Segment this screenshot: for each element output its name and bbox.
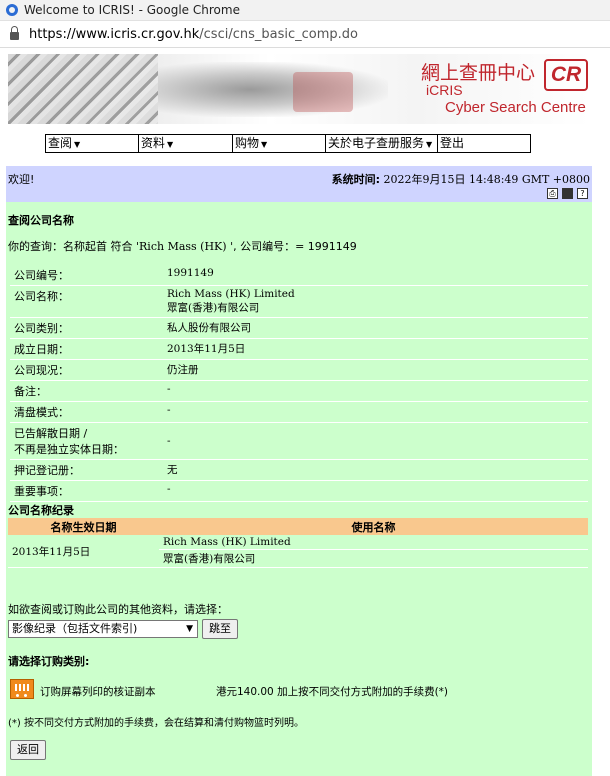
chevron-down-icon: ▼ — [186, 624, 193, 634]
names-table: 名称生效日期 使用名称 2013年11月5日 Rich Mass (HK) Limi… — [8, 518, 588, 568]
site-banner: 網上查冊中心 CR iCRIS Cyber Search Centre — [8, 54, 590, 124]
banner-icris: iCRIS — [426, 82, 463, 98]
dropdown-arrow-icon: ▼ — [74, 140, 81, 149]
welcome-text: 欢迎! — [8, 173, 35, 186]
table-row: 已告解散日期 / 不再是独立实体日期： - — [10, 422, 588, 460]
order-prompt: 如欲查阅或订购此公司的其他资料，请选择： — [8, 603, 228, 616]
banner-chinese-title: 網上查冊中心 — [421, 62, 536, 84]
chrome-icon — [6, 4, 18, 16]
back-button[interactable]: 返回 — [10, 740, 46, 760]
table-row: 重要事项： - — [10, 480, 588, 502]
address-bar[interactable]: https://www.icris.cr.gov.hk/csci/cns_bas… — [0, 21, 610, 48]
print-icon[interactable]: ⎙ — [547, 188, 558, 199]
table-row: 押记登记册：无 — [10, 459, 588, 481]
url-path[interactable]: /csci/cns_basic_comp.do — [199, 27, 358, 42]
table-row: 公司名称： Rich Mass (HK) Limited 眾富(香港)有限公司 — [10, 285, 588, 318]
menu-search[interactable]: 查阅 ▼ — [46, 135, 139, 152]
table-row: 备注： - — [10, 380, 588, 402]
welcome-bar: 欢迎! 系统时间: 2022年9月15日 14:48:49 GMT +0800 … — [6, 166, 592, 202]
table-row: 公司现况： 仍注册 — [10, 359, 588, 381]
query-text: 你的查询：名称起首 符合 'Rich Mass (HK) ', 公司编号：= 1… — [8, 240, 357, 253]
menu-logout[interactable]: 登出 — [438, 135, 530, 152]
section-title: 查阅公司名称 — [8, 214, 74, 227]
dropdown-arrow-icon: ▼ — [167, 140, 174, 149]
table-row: 公司编号： 1991149 — [10, 265, 588, 286]
menu-information[interactable]: 资料 ▼ — [139, 135, 233, 152]
system-time: 系统时间: 2022年9月15日 14:48:49 GMT +0800 — [331, 173, 590, 186]
help-icon[interactable]: ? — [577, 188, 588, 199]
cr-logo: CR — [544, 59, 588, 91]
browser-title-bar: Welcome to ICRIS! - Google Chrome — [0, 0, 610, 21]
names-title: 公司名称纪录 — [8, 504, 74, 517]
go-button[interactable]: 跳至 — [202, 619, 238, 639]
table-row: 清盘模式： - — [10, 401, 588, 423]
order-heading: 请选择订购类别: — [8, 655, 90, 668]
table-row: 2013年11月5日 Rich Mass (HK) Limited — [8, 535, 588, 568]
dropdown-arrow-icon: ▼ — [261, 140, 268, 149]
url-host[interactable]: https://www.icris.cr.gov.hk — [29, 27, 199, 42]
lock-icon — [10, 26, 19, 40]
save-icon[interactable] — [562, 188, 573, 199]
main-content: 查阅公司名称 你的查询：名称起首 符合 'Rich Mass (HK) ', 公… — [6, 202, 592, 776]
order-item-link[interactable]: 订购屏幕列印的核证副本 — [40, 684, 156, 699]
cart-icon[interactable] — [10, 679, 34, 699]
menu-shopping[interactable]: 购物 ▼ — [233, 135, 326, 152]
main-menu: 查阅 ▼ 资料 ▼ 购物 ▼ 关於电子查册服务 ▼ 登出 — [45, 134, 531, 153]
table-header: 名称生效日期 使用名称 — [8, 518, 588, 535]
dropdown-arrow-icon: ▼ — [426, 140, 433, 149]
order-item-price: 港元140.00 加上按不同交付方式附加的手续费(*) — [216, 686, 449, 698]
menu-about[interactable]: 关於电子查册服务 ▼ — [326, 135, 438, 152]
fee-note: (*) 按不同交付方式附加的手续费，会在结算和清付购物篮时列明。 — [8, 718, 304, 729]
company-info-table: 公司编号： 1991149 公司名称： Rich Mass (HK) Limited… — [10, 265, 588, 502]
banner-tagline: Cyber Search Centre — [445, 99, 586, 116]
info-type-select[interactable]: 影像纪录（包括文件索引) ▼ — [8, 620, 198, 638]
window-title: Welcome to ICRIS! - Google Chrome — [24, 3, 240, 17]
table-row: 公司类别： 私人股份有限公司 — [10, 317, 588, 339]
table-row: 成立日期： 2013年11月5日 — [10, 338, 588, 360]
